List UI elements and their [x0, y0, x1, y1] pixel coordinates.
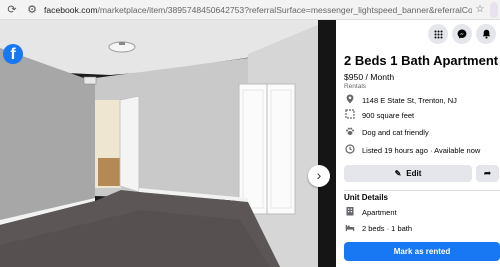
bookmark-star-icon[interactable]: ☆ — [472, 4, 488, 15]
url-host: facebook.com — [44, 4, 98, 15]
address-text: 1148 E State St, Trenton, NJ — [362, 95, 457, 105]
unit-type-text: Apartment — [362, 207, 397, 217]
unit-type-row: Apartment — [344, 206, 397, 218]
size-text: 900 square feet — [362, 110, 415, 120]
share-button[interactable]: ➦ — [476, 165, 499, 182]
listing-price: $950 / Month — [344, 72, 395, 82]
pencil-icon: ✎ — [394, 169, 402, 178]
clock-icon — [344, 144, 356, 156]
pets-text: Dog and cat friendly — [362, 127, 429, 137]
listing-photo — [0, 20, 336, 267]
photo-viewer: f › — [0, 20, 336, 267]
building-icon — [344, 206, 356, 218]
square-feet-icon — [344, 109, 356, 121]
url-path: /marketplace/item/3895748450642753?refer… — [97, 4, 472, 15]
url-field[interactable]: facebook.com/marketplace/item/3895748450… — [44, 5, 472, 15]
beds-baths-row: 2 beds · 1 bath — [344, 222, 412, 234]
beds-baths-text: 2 beds · 1 bath — [362, 223, 413, 233]
site-info-icon[interactable]: ⚙ — [24, 2, 40, 18]
browser-address-bar: ⟳ ⚙ facebook.com/marketplace/item/389574… — [0, 0, 500, 20]
reload-icon[interactable]: ⟳ — [4, 2, 20, 18]
menu-grid-icon[interactable] — [428, 24, 448, 44]
pets-row: Dog and cat friendly — [344, 126, 429, 138]
unit-details-heading: Unit Details — [344, 193, 389, 202]
facebook-logo[interactable]: f — [3, 44, 23, 64]
share-arrow-icon: ➦ — [483, 168, 492, 178]
header-actions — [428, 24, 496, 44]
size-row: 900 square feet — [344, 109, 414, 121]
location-pin-icon — [344, 94, 356, 106]
edit-label: Edit — [406, 169, 422, 178]
edit-button[interactable]: ✎ Edit — [344, 165, 472, 182]
profile-chip[interactable] — [490, 1, 498, 18]
address-row: 1148 E State St, Trenton, NJ — [344, 94, 457, 106]
listed-row: Listed 19 hours ago · Available now — [344, 144, 480, 156]
listing-panel: 2 Beds 1 Bath Apartment $950 / Month Ren… — [336, 20, 500, 267]
bed-icon — [344, 222, 356, 234]
messenger-icon[interactable] — [452, 24, 472, 44]
listed-text: Listed 19 hours ago · Available now — [362, 145, 481, 155]
listing-title: 2 Beds 1 Bath Apartment — [344, 53, 499, 68]
paw-icon — [344, 126, 356, 138]
listing-category[interactable]: Rentals — [344, 83, 366, 90]
next-photo-button[interactable]: › — [308, 165, 330, 187]
mark-as-rented-button[interactable]: Mark as rented — [344, 242, 500, 261]
notifications-bell-icon[interactable] — [476, 24, 496, 44]
section-divider — [344, 190, 500, 191]
